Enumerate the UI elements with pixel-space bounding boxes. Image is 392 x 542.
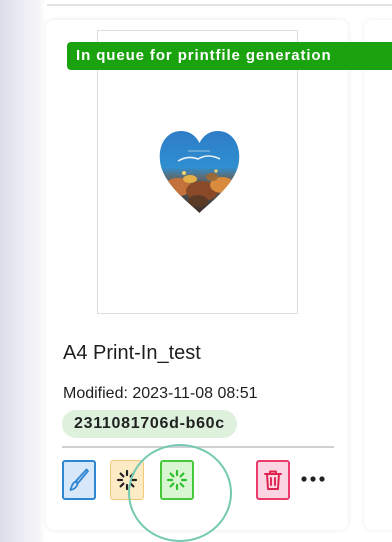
delete-button[interactable] <box>256 460 290 500</box>
more-options-button[interactable] <box>298 470 328 488</box>
print-preview[interactable] <box>97 30 298 314</box>
order-id-badge: 2311081706d-b60c <box>62 410 237 438</box>
edit-button[interactable] <box>62 460 96 500</box>
processing-button[interactable] <box>110 460 144 500</box>
paintbrush-icon <box>69 468 89 491</box>
card-divider <box>62 446 334 448</box>
trash-icon <box>264 470 282 490</box>
more-horizontal-icon <box>301 476 325 482</box>
card-title: A4 Print-In_test <box>63 342 201 364</box>
top-divider <box>47 4 392 6</box>
next-card-partial[interactable] <box>364 20 392 530</box>
modified-date: Modified: 2023-11-08 08:51 <box>63 385 258 402</box>
generate-printfile-button[interactable] <box>160 460 194 500</box>
heart-artwork-image <box>159 131 240 213</box>
spinner-icon <box>116 469 138 491</box>
status-banner: In queue for printfile generation <box>67 42 392 70</box>
spinner-icon <box>166 469 188 491</box>
